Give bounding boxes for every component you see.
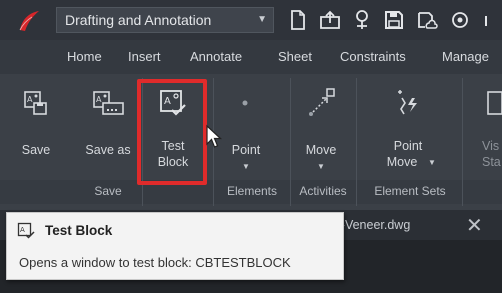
block-save-as-icon[interactable]: A [92,90,126,116]
mouse-cursor-icon [206,124,223,148]
tab-annotate[interactable]: Annotate [190,49,242,64]
more-icon[interactable] [482,8,502,32]
block-save-icon[interactable]: A [23,90,49,116]
point-move-label-line1[interactable]: Point [380,138,436,154]
group-label-activities: Activities [299,184,347,198]
point-icon[interactable] [232,90,258,116]
group-label-elements: Elements [226,184,278,198]
svg-text:A: A [20,226,25,234]
chevron-down-icon[interactable]: ▼ [242,162,250,171]
workspace-selector[interactable]: Drafting and Annotation ▼ [56,7,274,33]
visibility-label-line1[interactable]: Vis [482,138,502,154]
tab-home[interactable]: Home [67,49,102,64]
title-bar: Drafting and Annotation ▼ [0,0,502,40]
workspace-name: Drafting and Annotation [65,12,212,28]
ribbon-panel: A Save A Save as A Test Block Point ▼ Mo… [0,74,502,210]
chevron-down-icon: ▼ [257,14,267,25]
new-file-icon[interactable] [286,8,310,32]
point-move-icon[interactable] [394,88,422,118]
app-logo-icon[interactable] [16,8,42,34]
svg-text:A: A [27,95,33,104]
tab-insert[interactable]: Insert [128,49,161,64]
visibility-label-line2[interactable]: Sta [482,154,502,170]
test-block-highlight [137,79,207,185]
tab-constraints[interactable]: Constraints [340,49,406,64]
point-button-label[interactable]: Point [220,142,272,158]
open-folder-icon[interactable] [318,8,342,32]
tooltip-title: Test Block [45,223,113,238]
point-move-label-line2[interactable]: Move [374,154,430,170]
ribbon-tabs: Home Insert Annotate Sheet Constraints M… [0,40,502,74]
close-icon[interactable]: ✕ [466,213,483,238]
test-block-icon: A [17,222,35,239]
group-separator [356,78,357,206]
group-label-element-sets: Element Sets [374,184,446,198]
svg-text:A: A [96,95,102,104]
share-icon[interactable] [448,8,472,32]
map-pin-icon[interactable] [350,8,374,32]
tab-sheet[interactable]: Sheet [278,49,312,64]
chevron-down-icon[interactable]: ▼ [317,162,325,171]
document-tab-name[interactable]: l-Veneer.dwg [338,218,410,232]
group-label-save: Save [94,184,122,198]
tooltip: A Test Block Opens a window to test bloc… [6,212,344,280]
move-point-icon[interactable] [305,86,339,120]
group-separator [462,78,463,206]
chevron-down-icon[interactable]: ▼ [428,158,436,167]
save-cloud-icon[interactable] [414,8,438,32]
tooltip-description: Opens a window to test block: CBTESTBLOC… [19,255,291,270]
move-button-label[interactable]: Move [296,142,346,158]
save-as-button-label[interactable]: Save as [80,142,136,158]
visibility-states-icon[interactable] [484,90,502,116]
tab-manage[interactable]: Manage [442,49,489,64]
save-icon[interactable] [382,8,406,32]
save-button-label[interactable]: Save [14,142,58,158]
